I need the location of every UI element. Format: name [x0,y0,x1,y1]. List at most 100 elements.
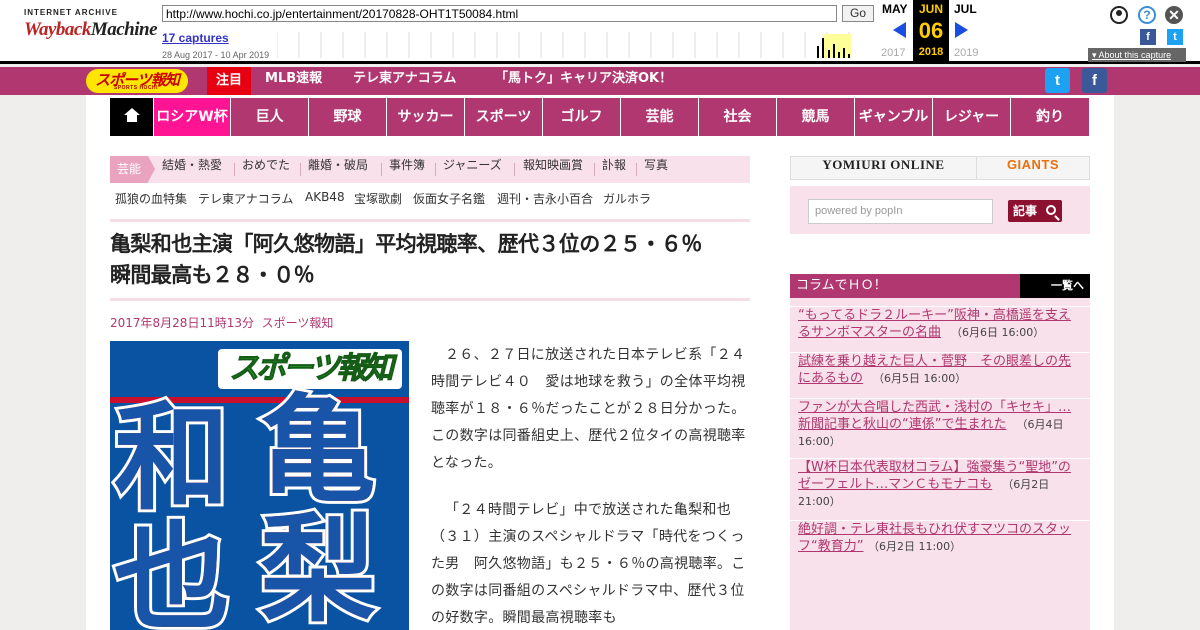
tag-link[interactable]: 孤狼の血特集 [115,190,187,207]
wayback-current-month: JUN [918,2,943,16]
photo-headline-char: 和 [111,391,233,526]
wayback-logo[interactable]: INTERNET ARCHIVE WaybackMachine [24,8,158,48]
yomiuri-online-link[interactable]: YOMIURI ONLINE [791,157,977,179]
wayback-current-day: 06 [918,18,944,43]
nav-item-worldcup[interactable]: ロシアW杯 [154,98,231,136]
wayback-next-month[interactable]: JUL [954,2,977,16]
column-list: コラムでＨＯ！ 一覧へ “もってるドラ２ルーキー”阪神・高橋遥を支えるサンボマス… [790,274,1090,630]
wayback-current-capture: JUN 06 2018 [913,0,949,62]
wayback-current-year: 2018 [918,46,944,58]
wayback-prev-year[interactable]: 2017 [881,47,905,59]
twitter-share-icon[interactable]: t [1045,68,1070,93]
article-paragraph: ２６、２７日に放送された日本テレビ系「２４時間テレビ４０ 愛は地球を救う」の全体… [431,347,746,471]
wayback-capture-sparkline[interactable] [277,30,877,60]
search-icon [1046,205,1056,215]
article-date: 2017年8月28日11時13分 [110,316,254,330]
nav-item-baseball[interactable]: 野球 [309,98,387,136]
column-item[interactable]: 試練を乗り越えた巨人・菅野 その眼差しの先にあるもの （6月5日 16:00） [790,352,1090,387]
top-link-umatoku[interactable]: 「馬トク」キャリア決済OK！ [495,67,672,95]
main-nav: ロシアW杯 巨人 野球 サッカー スポーツ ゴルフ 芸能 社会 競馬 ギャンブル… [110,98,1089,136]
nav-item-soccer[interactable]: サッカー [387,98,465,136]
sub-nav-item-film-award[interactable]: 報知映画賞 [523,156,583,183]
wayback-prev-month[interactable]: MAY [882,2,908,16]
photo-headline-char: 梨 [257,503,379,630]
column-item[interactable]: “もってるドラ２ルーキー”阪神・高橋遥を支えるサンボマスターの名曲 （6月6日 1… [790,306,1090,341]
giants-link[interactable]: GIANTS [977,157,1089,179]
top-link-tvtokyo-column[interactable]: テレ東アナコラム [353,67,456,95]
tag-link[interactable]: AKB48 [305,190,345,204]
sub-nav-item-johnnys[interactable]: ジャニーズ [443,156,502,183]
nav-item-golf[interactable]: ゴルフ [543,98,621,136]
sub-nav-item-photos[interactable]: 写真 [644,156,668,183]
column-item[interactable]: 【W杯日本代表取材コラム】強豪集う“聖地”のゼーフェルト…マンＣもモナコも （6月… [790,458,1090,510]
wayback-logo-main-b: Machine [90,19,158,40]
nav-item-entertainment[interactable]: 芸能 [621,98,699,136]
wayback-prev-arrow-icon[interactable] [893,22,906,38]
article-paragraph: 「２４時間テレビ」中で放送された亀梨和也（３１）主演のスペシャルドラマ「時代をつ… [431,502,746,626]
nav-item-fishing[interactable]: 釣り [1011,98,1089,136]
close-icon[interactable]: ✕ [1165,6,1183,24]
article-dateline: 2017年8月28日11時13分 スポーツ報知 [110,314,333,331]
column-item-date: （6月2日 11:00） [873,540,962,553]
sub-nav-separator [435,163,436,176]
notice-badge: 注目 [207,67,251,95]
facebook-icon[interactable]: f [1140,29,1156,45]
article-photo[interactable]: スポーツ報知 亀 和 梨 也 [110,341,409,630]
sub-nav-item-divorce[interactable]: 離婚・破局 [308,156,368,183]
wayback-url-input[interactable]: http://www.hochi.co.jp/entertainment/201… [162,5,837,22]
photo-headline-char: 也 [111,511,233,630]
nav-item-giants[interactable]: 巨人 [231,98,309,136]
tag-link[interactable]: 仮面女子名鑑 [413,190,485,207]
site-logo[interactable]: スポーツ報知 [86,69,188,93]
search-button-label: 記事 [1013,204,1038,218]
help-icon[interactable]: ? [1138,6,1156,24]
divider [110,219,750,222]
sub-nav-item-obituaries[interactable]: 訃報 [602,156,626,183]
wayback-next-arrow-icon[interactable] [955,22,968,38]
tag-link[interactable]: ガルホラ [603,190,651,207]
home-icon [123,108,140,122]
column-item-date: （6月6日 16:00） [951,326,1045,339]
column-item[interactable]: ファンが大合唱した西武・浅村の「キセキ」…新聞記事と秋山の“連係”で生まれた （6… [790,398,1090,450]
article-search: powered by popIn 記事 [790,186,1090,234]
column-more-link[interactable]: 一覧へ [1020,274,1090,298]
nav-item-society[interactable]: 社会 [699,98,777,136]
sub-nav-separator [514,163,515,176]
article-title: 亀梨和也主演「阿久悠物語」平均視聴率、歴代３位の２５・６％ 瞬間最高も２８・０％ [110,232,723,287]
tag-link[interactable]: 週刊・吉永小百合 [497,190,593,207]
wayback-next-year[interactable]: 2019 [954,47,978,59]
user-icon[interactable] [1110,6,1128,24]
facebook-share-icon[interactable]: f [1082,68,1107,93]
wayback-logo-top: INTERNET ARCHIVE [24,8,118,17]
sub-nav-separator [234,163,235,176]
wayback-about-capture[interactable]: ▾ About this capture [1088,48,1186,62]
nav-item-keiba[interactable]: 競馬 [777,98,855,136]
top-link-mlb[interactable]: MLB速報 [265,67,322,95]
sub-nav-item-incidents[interactable]: 事件簿 [389,156,425,183]
tag-link[interactable]: テレ東アナコラム [198,190,293,207]
nav-item-sports[interactable]: スポーツ [465,98,543,136]
partner-links: YOMIURI ONLINE GIANTS [790,156,1090,180]
sub-nav: 芸能 結婚・熱愛 おめでた 離婚・破局 事件簿 ジャニーズ 報知映画賞 訃報 写… [110,156,750,183]
article-source: スポーツ報知 [261,316,334,330]
tag-link[interactable]: 宝塚歌劇 [354,190,402,207]
wayback-capture-range: 28 Aug 2017 - 10 Apr 2019 [162,50,270,60]
sub-nav-item-marriage[interactable]: 結婚・熱愛 [162,156,222,183]
search-input[interactable]: powered by popIn [808,199,993,224]
wayback-go-button[interactable]: Go [842,5,874,22]
sub-nav-label[interactable]: 芸能 [110,156,155,183]
photo-headline-char: 亀 [257,383,379,518]
sub-nav-separator [594,163,595,176]
divider [110,298,750,301]
search-button[interactable]: 記事 [1008,200,1062,222]
wayback-captures-link[interactable]: 17 captures [162,31,229,45]
nav-item-leisure[interactable]: レジャー [933,98,1011,136]
nav-home[interactable] [110,98,154,136]
twitter-icon[interactable]: t [1167,29,1183,45]
wayback-logo-main-a: Wayback [24,19,91,40]
nav-item-gamble[interactable]: ギャンブル [855,98,933,136]
column-list-title: コラムでＨＯ！ [796,278,887,293]
column-list-header: コラムでＨＯ！ 一覧へ [790,274,1090,298]
sub-nav-item-birth[interactable]: おめでた [242,156,290,183]
column-item[interactable]: 絶好調・テレ東社長もひれ伏すマツコのスタッフ“教育力” （6月2日 11:00） [790,520,1090,555]
